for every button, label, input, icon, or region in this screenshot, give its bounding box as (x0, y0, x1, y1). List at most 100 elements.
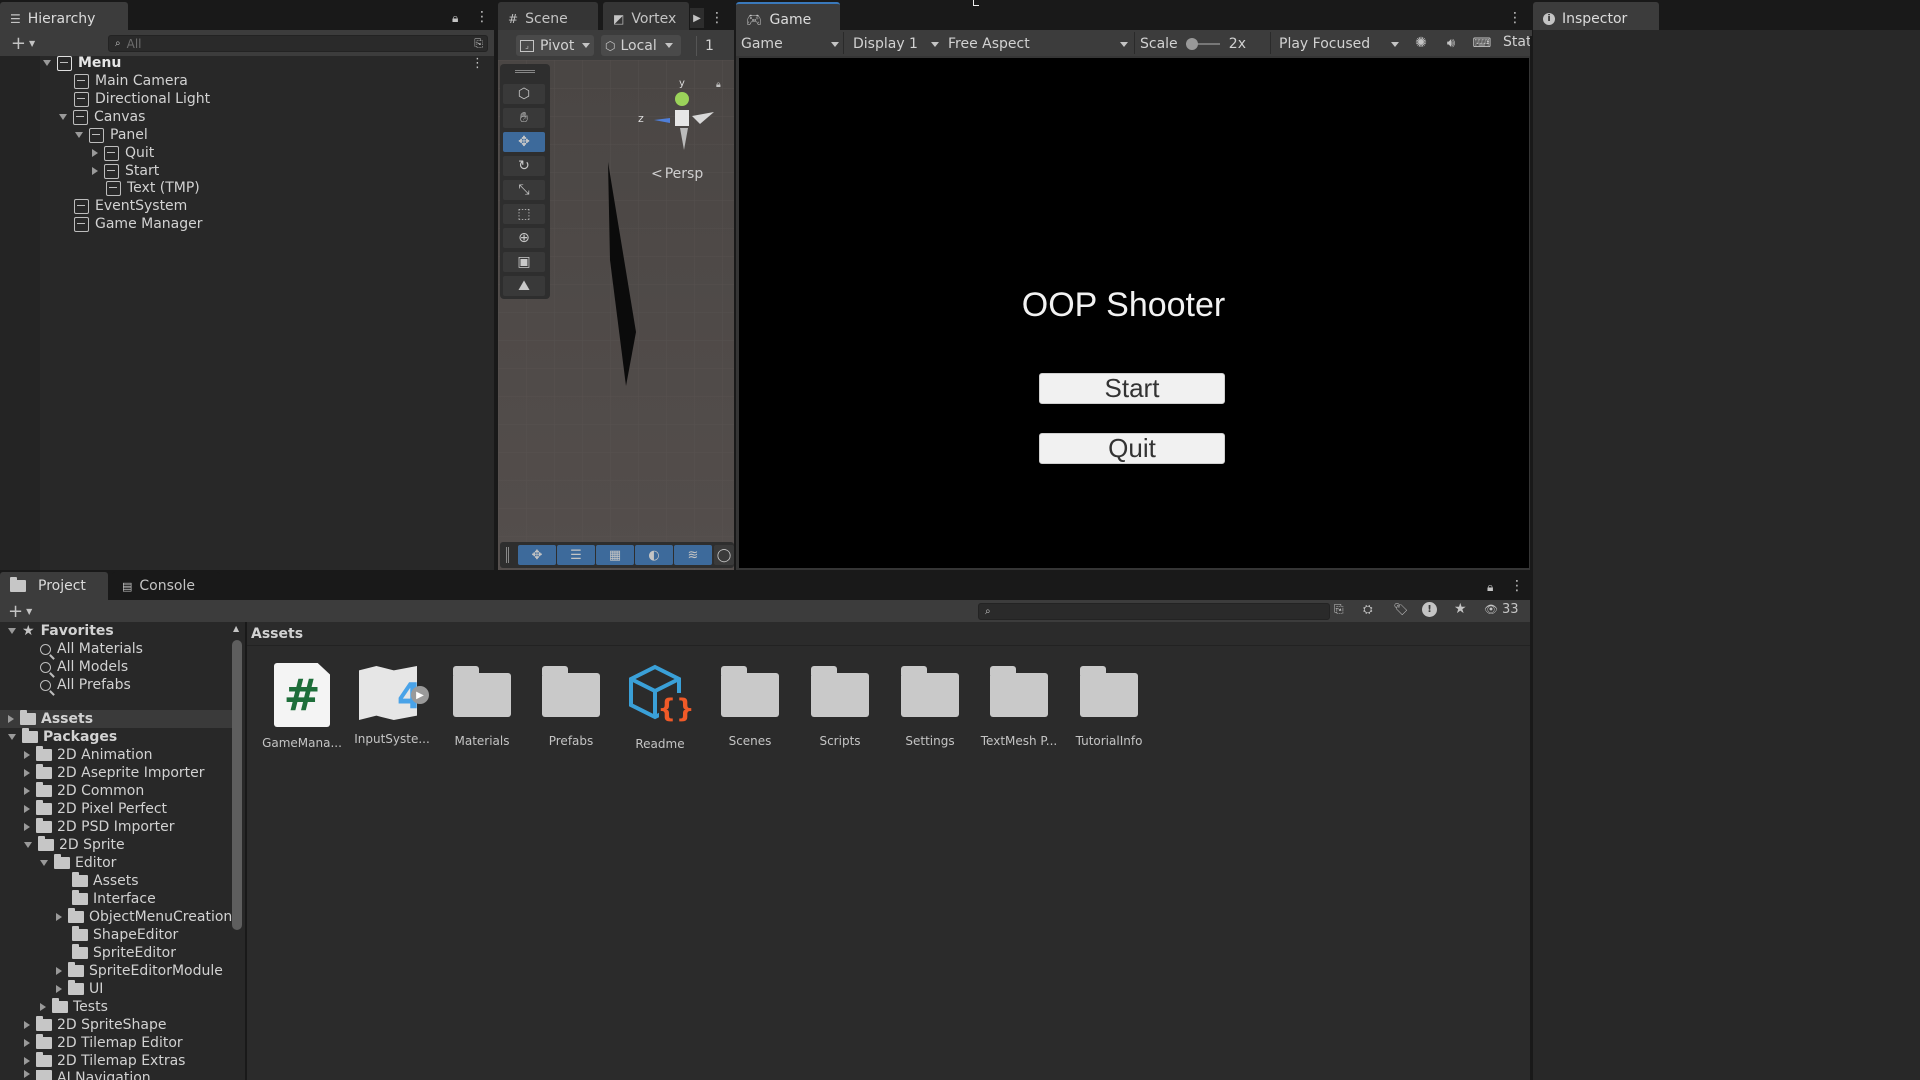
hierarchy-item-main-camera[interactable]: Main Camera (74, 72, 188, 90)
collapse-arrow-icon[interactable] (24, 823, 30, 831)
tree-package[interactable]: 2D Tilemap Editor (24, 1034, 183, 1052)
align-icon[interactable]: ☰ (557, 545, 595, 565)
hierarchy-item-canvas[interactable]: Canvas (59, 108, 145, 126)
hierarchy-item-eventsystem[interactable]: EventSystem (74, 197, 187, 215)
tree-package[interactable]: 2D PSD Importer (24, 818, 175, 836)
tree-package-folder[interactable]: SpriteEditorModule (56, 962, 223, 980)
tree-package[interactable]: 2D Pixel Perfect (24, 800, 167, 818)
scale-slider[interactable]: Scale 2x (1140, 34, 1246, 54)
overlay-more-icon[interactable]: ◯ (714, 545, 734, 565)
local-dropdown[interactable]: ⬡ Local (601, 35, 681, 56)
tree-package-folder[interactable]: ShapeEditor (72, 926, 178, 944)
rotate-tool-icon[interactable]: ↻ (503, 156, 545, 176)
collapse-arrow-icon[interactable] (40, 1003, 46, 1011)
tree-package[interactable]: 2D Tilemap Extras (24, 1052, 185, 1070)
favorites-star-icon[interactable]: ★ (1454, 601, 1467, 617)
search-by-type-icon[interactable]: ⛭ (1363, 602, 1373, 617)
tree-package-folder[interactable]: ObjectMenuCreation (56, 908, 232, 926)
expand-arrow-icon[interactable] (24, 842, 32, 848)
asset-folder-tutorialinfo[interactable]: TutorialInfo (1064, 655, 1154, 748)
move-tool-icon[interactable]: ✥ (503, 132, 545, 152)
aspect-dropdown[interactable]: Free Aspect (948, 34, 1128, 54)
tree-favorites[interactable]: ★ Favorites (8, 622, 114, 640)
log-type-icon[interactable]: ! (1422, 602, 1437, 617)
project-kebab-menu-icon[interactable]: ⋮ (1510, 578, 1524, 594)
project-search-input[interactable]: ⌕ (978, 603, 1330, 620)
tab-console[interactable]: ▤ Console (112, 572, 220, 600)
overlay-grip[interactable] (506, 547, 509, 563)
tree-package[interactable]: 2D Sprite (24, 836, 125, 854)
hierarchy-item-game-manager[interactable]: Game Manager (74, 215, 203, 233)
hierarchy-kebab-menu-icon[interactable]: ⋮ (475, 9, 489, 25)
tree-package-folder[interactable]: Assets (72, 872, 139, 890)
game-kebab-menu-icon[interactable]: ⋮ (1508, 8, 1522, 28)
tree-scrollbar[interactable] (232, 640, 242, 930)
collapse-arrow-icon[interactable] (8, 715, 14, 723)
game-start-button[interactable]: Start (1039, 373, 1225, 404)
mute-audio-icon[interactable]: 🔊︎ (1440, 33, 1462, 53)
expand-arrow-icon[interactable] (40, 860, 48, 866)
gizmo-lock-icon[interactable]: 🔒︎ (716, 80, 721, 90)
collapse-arrow-icon[interactable] (92, 149, 98, 157)
tree-package[interactable]: AI Navigation (24, 1070, 151, 1080)
tool-palette-grip[interactable] (515, 70, 535, 73)
grid-snap-icon[interactable]: ▦ (596, 545, 634, 565)
asset-folder-textmeshpro[interactable]: TextMesh P... (974, 655, 1064, 748)
persp-label[interactable]: < Persp (651, 166, 703, 182)
asset-folder-scenes[interactable]: Scenes (705, 655, 795, 748)
asset-readme[interactable]: {} Readme (615, 655, 705, 751)
tree-favorite-item[interactable]: All Prefabs (40, 676, 131, 694)
hierarchy-item-menu[interactable]: Menu ⋮ (43, 54, 494, 72)
stats-button[interactable]: Stat (1503, 34, 1531, 50)
scale-slider-thumb[interactable] (1185, 38, 1198, 50)
tree-package-folder[interactable]: Tests (40, 998, 108, 1016)
shading-icon[interactable]: ◐ (635, 545, 673, 565)
lock-icon[interactable]: 🔒︎ (452, 11, 458, 26)
expand-arrow-icon[interactable] (8, 734, 16, 740)
tree-package-folder[interactable]: SpriteEditor (72, 944, 176, 962)
scroll-up-arrow-icon[interactable]: ▲ (233, 624, 239, 633)
tree-package[interactable]: 2D Common (24, 782, 144, 800)
tree-favorite-item[interactable]: All Models (40, 658, 128, 676)
terrain-tool-icon[interactable]: ⛰︎ (503, 276, 545, 296)
expand-arrow-icon[interactable] (59, 114, 67, 120)
collapse-arrow-icon[interactable] (24, 787, 30, 795)
rect-tool-icon[interactable]: ⬚ (503, 204, 545, 224)
collapse-arrow-icon[interactable] (56, 985, 62, 993)
play-focused-dropdown[interactable]: Play Focused (1279, 34, 1399, 54)
display-dropdown[interactable]: Display 1 (853, 34, 939, 54)
hierarchy-item-start[interactable]: Start (92, 162, 159, 180)
hierarchy-item-text-tmp[interactable]: Text (TMP) (106, 179, 200, 197)
move-snap-icon[interactable]: ✥ (518, 545, 556, 565)
collapse-arrow-icon[interactable] (56, 967, 62, 975)
snap-increment-field[interactable]: 1 (696, 36, 732, 56)
hand-tool-icon[interactable]: ✋︎ (503, 108, 545, 128)
hierarchy-item-directional-light[interactable]: Directional Light (74, 90, 210, 108)
project-breadcrumb[interactable]: Assets (251, 626, 303, 642)
tree-packages[interactable]: Packages (8, 728, 117, 746)
asset-folder-materials[interactable]: Materials (437, 655, 527, 748)
tree-package-folder[interactable]: Editor (40, 854, 116, 872)
keyboard-icon[interactable]: ⌨︎ (1471, 33, 1493, 53)
bug-icon[interactable]: ✺ (1410, 33, 1432, 53)
scale-slider-track[interactable] (1185, 38, 1220, 50)
game-mode-dropdown[interactable]: Game (741, 34, 839, 54)
search-filter-icon[interactable]: ⎘ (474, 37, 483, 51)
asset-folder-prefabs[interactable]: Prefabs (526, 655, 616, 748)
scene-kebab-menu-icon[interactable]: ⋮ (710, 8, 724, 28)
expand-arrow-icon[interactable] (43, 60, 51, 66)
tree-package-folder[interactable]: UI (56, 980, 103, 998)
scale-tool-icon[interactable]: ⤡ (503, 180, 545, 200)
hidden-packages-count[interactable]: 👁︎ 33 (1484, 602, 1519, 617)
collapse-arrow-icon[interactable] (24, 1070, 30, 1078)
custom-tool-icon[interactable]: ▣ (503, 252, 545, 272)
collapse-arrow-icon[interactable] (24, 1057, 30, 1065)
search-by-scene-icon[interactable]: ⎘ (1334, 602, 1344, 617)
create-plus-button[interactable]: + ▼ (8, 33, 38, 54)
expand-arrow-icon[interactable] (8, 628, 16, 634)
hierarchy-item-quit[interactable]: Quit (92, 144, 154, 162)
tab-project[interactable]: Project (0, 572, 108, 600)
project-create-plus-button[interactable]: + ▼ (8, 601, 32, 622)
search-by-label-icon[interactable]: 🏷︎ (1393, 602, 1408, 616)
asset-gamemanager-script[interactable]: # GameMana... (257, 655, 347, 750)
